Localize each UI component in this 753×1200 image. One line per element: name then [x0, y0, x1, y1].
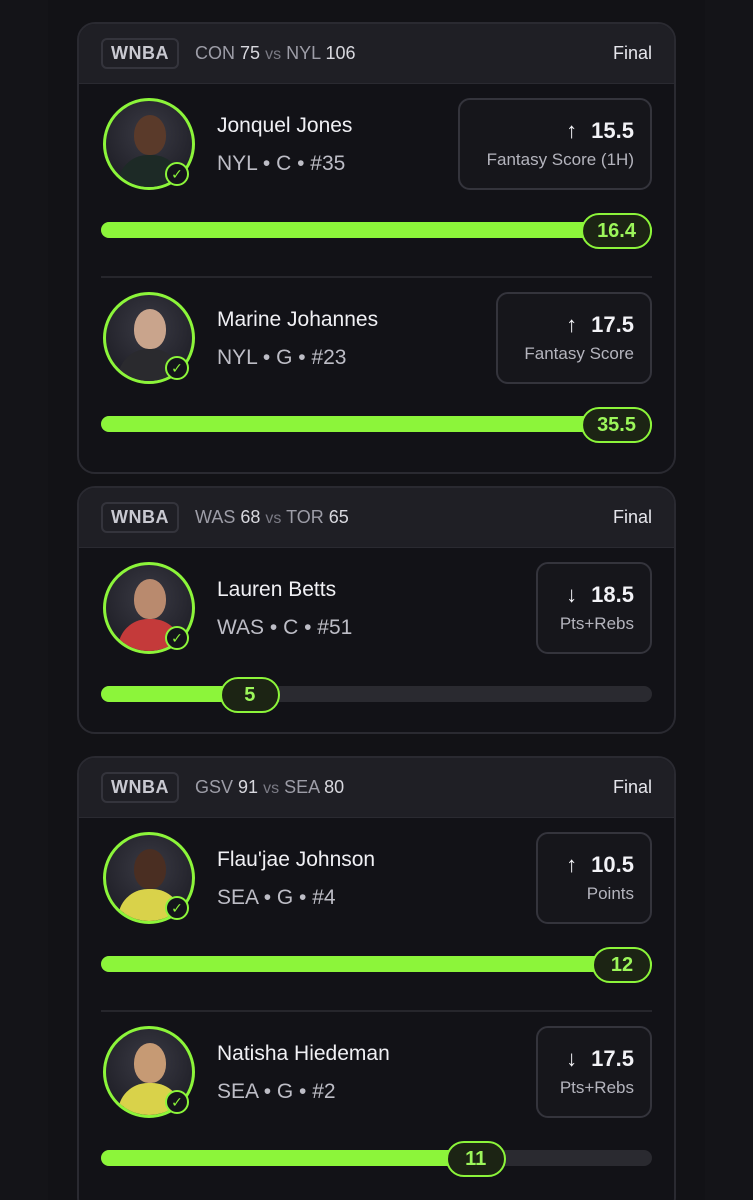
arrow-down-icon: ↓ [566, 582, 578, 607]
game-score: CON 75 vs NYL 106 [195, 43, 356, 63]
stat-type: Fantasy Score [524, 344, 634, 363]
player-name: Lauren Betts [217, 578, 337, 601]
progress-fill [101, 222, 652, 238]
game-card: WNBA WAS 68 vs TOR 65 Final ✓ Lauren Bet… [77, 486, 676, 734]
game-card: WNBA GSV 91 vs SEA 80 Final ✓ Flau'jae J… [77, 756, 676, 1200]
check-icon: ✓ [165, 162, 189, 186]
projection-line: 18.5 [591, 582, 634, 607]
projection-box: ↑ 10.5 Points [536, 832, 652, 924]
game-score: WAS 68 vs TOR 65 [195, 507, 349, 527]
game-status: Final [612, 507, 652, 527]
check-icon: ✓ [165, 1090, 189, 1114]
projection-box: ↑ 17.5 Fantasy Score [496, 292, 652, 384]
actual-value-badge: 12 [592, 947, 652, 983]
player-meta: NYL • G • #23 [217, 346, 347, 369]
league-badge: WNBA [101, 502, 179, 533]
game-status: Final [612, 43, 652, 63]
stat-type: Fantasy Score (1H) [486, 150, 634, 169]
check-icon: ✓ [165, 356, 189, 380]
progress-bar: 11 [101, 1141, 652, 1177]
game-header: WNBA GSV 91 vs SEA 80 Final [79, 758, 674, 818]
stat-type: Pts+Rebs [559, 1078, 634, 1097]
arrow-up-icon: ↑ [566, 852, 578, 877]
projection-line: 17.5 [591, 1046, 634, 1071]
projection-line: 15.5 [591, 118, 634, 143]
check-icon: ✓ [165, 626, 189, 650]
actual-value-badge: 11 [445, 1141, 506, 1177]
projection-line: 17.5 [591, 312, 634, 337]
background-right-edge [705, 0, 753, 1200]
game-header: WNBA WAS 68 vs TOR 65 Final [79, 488, 674, 548]
player-row[interactable]: ✓ Flau'jae Johnson SEA • G • #4 ↑ 10.5 P… [101, 818, 652, 1012]
game-score: GSV 91 vs SEA 80 [195, 777, 345, 797]
background-left-edge [0, 0, 48, 1200]
stat-type: Pts+Rebs [559, 614, 634, 633]
projection-line: 10.5 [591, 852, 634, 877]
player-meta: WAS • C • #51 [217, 616, 353, 639]
player-meta: SEA • G • #4 [217, 886, 336, 909]
player-row[interactable]: ✓ Jonquel Jones NYL • C • #35 ↑ 15.5 Fan… [101, 84, 652, 278]
player-row[interactable]: ✓ Lauren Betts WAS • C • #51 ↓ 18.5 Pts+… [101, 548, 652, 732]
progress-fill [101, 956, 652, 972]
progress-bar: 5 [101, 677, 652, 713]
player-row[interactable]: ✓ Natisha Hiedeman SEA • G • #2 ↓ 17.5 P… [101, 1012, 652, 1200]
player-row[interactable]: ✓ Marine Johannes NYL • G • #23 ↑ 17.5 F… [101, 278, 652, 472]
player-name: Jonquel Jones [217, 114, 353, 137]
arrow-up-icon: ↑ [566, 118, 578, 143]
player-meta: NYL • C • #35 [217, 152, 346, 175]
projection-box: ↓ 18.5 Pts+Rebs [536, 562, 652, 654]
actual-value-badge: 16.4 [581, 213, 652, 249]
game-card: WNBA CON 75 vs NYL 106 Final ✓ Jonquel J… [77, 22, 676, 474]
player-name: Flau'jae Johnson [217, 848, 376, 871]
player-meta: SEA • G • #2 [217, 1080, 336, 1103]
player-name: Marine Johannes [217, 308, 379, 331]
stat-type: Points [586, 884, 634, 903]
league-badge: WNBA [101, 38, 179, 69]
progress-bar: 12 [101, 947, 652, 983]
actual-value-badge: 35.5 [581, 407, 652, 443]
player-name: Natisha Hiedeman [217, 1042, 390, 1065]
progress-fill [101, 416, 652, 432]
check-icon: ✓ [165, 896, 189, 920]
progress-bar: 16.4 [101, 213, 652, 249]
arrow-down-icon: ↓ [566, 1046, 578, 1071]
arrow-up-icon: ↑ [566, 312, 578, 337]
actual-value-badge: 5 [219, 677, 280, 713]
projection-box: ↓ 17.5 Pts+Rebs [536, 1026, 652, 1118]
progress-fill [101, 1150, 476, 1166]
league-badge: WNBA [101, 772, 179, 803]
projection-box: ↑ 15.5 Fantasy Score (1H) [458, 98, 652, 190]
progress-bar: 35.5 [101, 407, 652, 443]
game-status: Final [612, 777, 652, 797]
game-header: WNBA CON 75 vs NYL 106 Final [79, 24, 674, 84]
